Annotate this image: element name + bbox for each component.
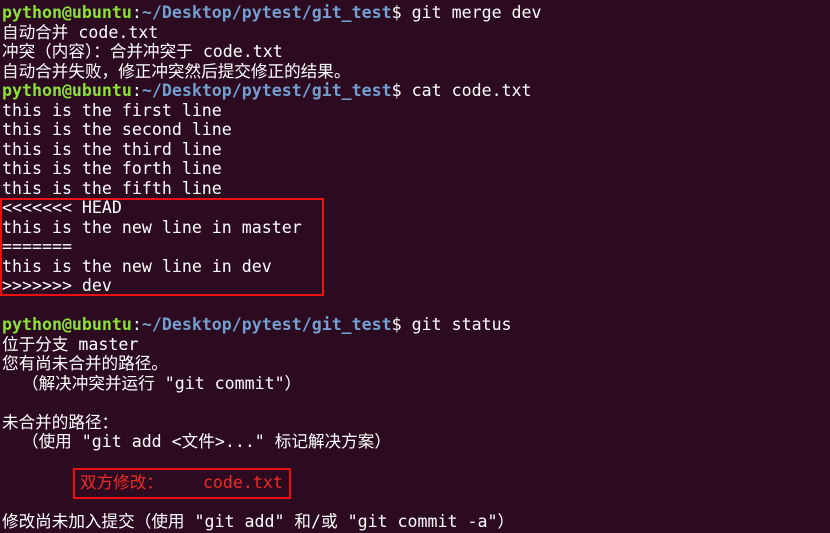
prompt-line-cat: python@ubuntu:~/Desktop/pytest/git_test$…: [0, 81, 830, 101]
status-hint-resolve: （解决冲突并运行 "git commit"）: [2, 373, 302, 393]
prompt-path: ~/Desktop/pytest/git_test: [141, 3, 392, 22]
file-line: this is the first line: [2, 100, 222, 120]
prompt-colon: :: [131, 315, 142, 334]
prompt-colon: :: [131, 3, 142, 22]
terminal-window[interactable]: python@ubuntu:~/Desktop/pytest/git_test$…: [0, 0, 830, 533]
prompt-user-host: python@ubuntu: [2, 315, 132, 334]
command-status: git status: [411, 315, 512, 334]
prompt-line-status: python@ubuntu:~/Desktop/pytest/git_test$…: [0, 315, 830, 335]
prompt-symbol: $: [391, 3, 402, 22]
prompt-user-host: python@ubuntu: [2, 81, 132, 100]
prompt-user-host: python@ubuntu: [2, 3, 132, 22]
status-hint-add: （使用 "git add <文件>..." 标记解决方案）: [2, 432, 391, 451]
status-unmerged-paths: 您有尚未合并的路径。: [2, 354, 168, 373]
file-line: this is the second line: [2, 120, 232, 139]
file-line: this is the forth line: [2, 159, 222, 178]
command-merge: git merge dev: [411, 3, 542, 22]
command-cat: cat code.txt: [411, 81, 532, 100]
prompt-symbol: $: [391, 315, 402, 334]
prompt-path: ~/Desktop/pytest/git_test: [141, 81, 392, 100]
prompt-path: ~/Desktop/pytest/git_test: [141, 315, 392, 334]
file-line: this is the third line: [2, 139, 222, 159]
merge-output-line: 自动合并 code.txt: [2, 22, 159, 42]
status-branch: 位于分支 master: [2, 334, 139, 354]
merge-output-line: 自动合并失败，修正冲突然后提交修正的结果。: [2, 61, 351, 81]
prompt-line-merge: python@ubuntu:~/Desktop/pytest/git_test$…: [0, 3, 830, 23]
prompt-symbol: $: [391, 81, 402, 100]
file-line: this is the fifth line: [2, 178, 222, 198]
prompt-colon: :: [131, 81, 142, 100]
status-unmerged-header: 未合并的路径：: [2, 412, 119, 432]
conflict-highlight-box: [0, 198, 324, 296]
both-modified-highlight-box: [73, 468, 291, 499]
status-no-changes: 修改尚未加入提交（使用 "git add" 和/或 "git commit -a…: [2, 512, 515, 531]
merge-output-line: 冲突（内容）：合并冲突于 code.txt: [2, 42, 283, 61]
